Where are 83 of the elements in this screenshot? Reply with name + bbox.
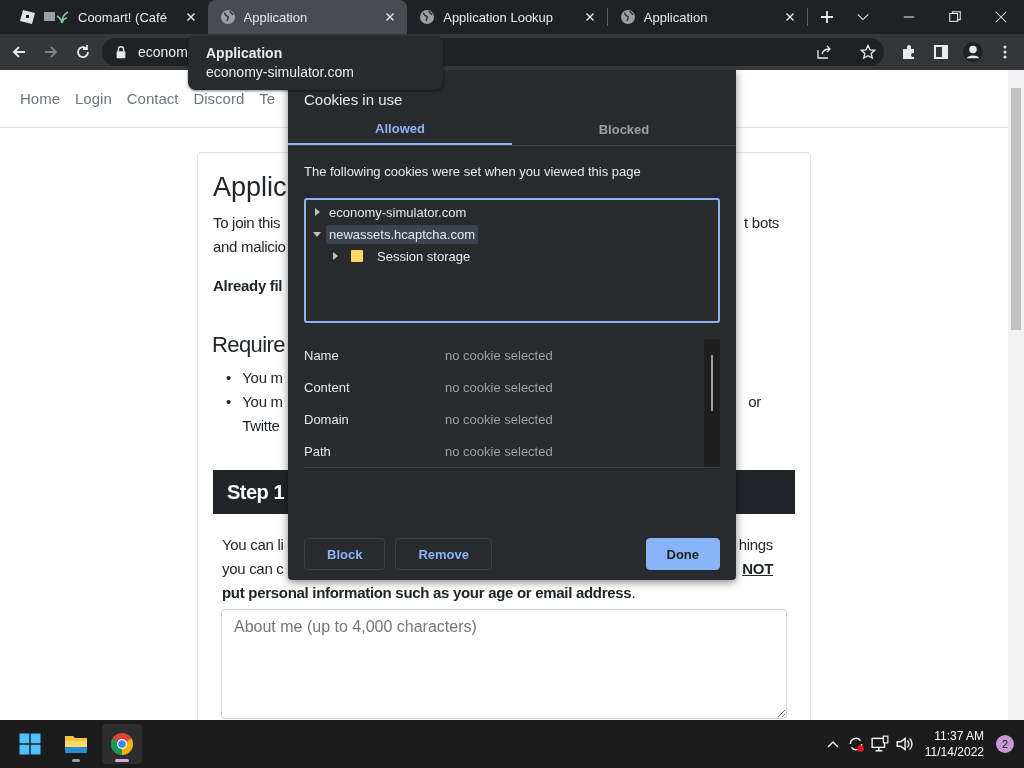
tab-title: Application [643,9,709,25]
nav-link[interactable]: Home [20,90,60,107]
nav-link[interactable]: Contact [126,90,179,107]
tab-title: Coomart! (Café [78,9,168,25]
cube-icon [20,9,36,25]
caret-icon[interactable] [330,251,340,261]
text-fragment: You m [242,392,283,412]
tree-item[interactable]: economy-simulator.com [326,202,470,222]
nav-link[interactable]: Discord [193,90,245,107]
about-me-field[interactable]: About me (up to 4,000 characters) [221,609,787,719]
text-fragment: Already fil [213,276,283,296]
detail-value: no cookie selected [445,347,553,363]
nav-link[interactable]: Te [259,90,276,107]
dialog-tab[interactable]: Allowed [288,113,512,145]
detail-label: Path [304,443,332,459]
star-icon[interactable] [860,44,876,60]
text-fragment: or [748,392,761,412]
close-icon[interactable] [994,10,1009,24]
browser-tab[interactable]: Application [207,0,408,34]
notification-badge[interactable]: 2 [996,735,1014,753]
caret-icon[interactable] [312,229,322,239]
cookie-tree[interactable]: economy-simulator.com newassets.hcaptcha.com Session storage [304,198,720,323]
detail-value: no cookie selected [445,411,553,427]
scrollbar[interactable] [704,339,720,467]
dialog-tab[interactable]: Blocked [512,113,736,145]
globe-icon [219,9,236,25]
bullet: • [226,368,232,388]
text-fragment: You m [242,368,283,388]
dialog-button[interactable]: Block [304,538,386,570]
detail-label: Content [304,379,351,395]
bullet: • [226,392,232,412]
text-fragment: t bots [744,213,779,233]
folder-icon [64,733,88,755]
volume-icon[interactable] [894,735,913,753]
share-icon[interactable] [816,44,832,60]
globe-icon [419,9,436,25]
clock-date[interactable]: 11/14/2022 [924,744,984,760]
back-icon[interactable] [11,44,27,60]
detail-label: Domain [304,411,350,427]
browser-tab[interactable]: Application [607,0,808,34]
text-fragment: hings [738,535,773,555]
text-fragment: Twitte [242,416,280,436]
section-heading: Require [212,331,285,359]
taskbar-app[interactable] [102,724,142,764]
clock-time[interactable]: 11:37 AM [924,728,984,744]
puzzle-icon[interactable] [901,44,917,60]
tree-item[interactable]: newassets.hcaptcha.com [326,224,478,244]
side-panel-icon[interactable] [933,44,949,60]
globe-icon [619,9,636,25]
detail-value: no cookie selected [445,379,553,395]
network-icon[interactable] [870,735,889,753]
description-text: The following cookies were set when you viewed this page [304,163,642,181]
tooltip-title: Application [206,44,284,62]
folder-icon [350,249,364,263]
tab-title: Application Lookup [443,9,555,25]
lock-icon [114,45,128,59]
forward-icon[interactable] [43,44,59,60]
profile-icon[interactable] [963,42,983,62]
text-fragment: put personal information such as your age or email address. [222,583,636,603]
text-fragment: To join this [213,213,281,233]
text-fragment: NOT [742,559,773,579]
text-fragment: and malicio [213,237,286,257]
page-heading: Applic [213,171,287,204]
detail-value: no cookie selected [445,443,553,459]
new-tab-icon[interactable] [819,9,836,25]
tab-title: Application [243,9,309,25]
reload-icon[interactable] [75,44,91,60]
dialog-button[interactable]: Remove [395,538,492,570]
caret-icon[interactable] [312,207,322,217]
text-fragment: You can li [222,535,284,555]
nav-link[interactable]: Login [75,90,112,107]
browser-tab[interactable]: Application Lookup [407,0,607,34]
restore-icon[interactable] [948,10,963,24]
start-icon[interactable] [18,732,42,756]
chrome-icon [110,732,134,756]
detail-label: Name [304,347,340,363]
scrollbar[interactable] [1008,70,1024,720]
text-fragment: you can c [222,559,284,579]
tree-item[interactable]: Session storage [374,246,474,266]
done-button[interactable]: Done [645,538,720,570]
tooltip-url: economy-simulator.com [206,63,355,82]
url-text: econom [138,44,188,60]
browser-tab[interactable]: Coomart! (Café [8,0,208,34]
